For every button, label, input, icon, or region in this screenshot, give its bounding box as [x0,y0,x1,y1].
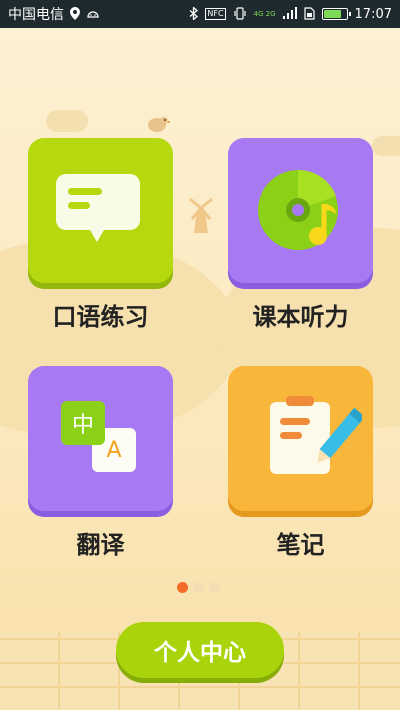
page-dot[interactable] [193,582,204,593]
cloud-decoration [46,110,88,132]
cloud-decoration [372,136,400,156]
translation-tile[interactable]: A 中 [28,366,173,517]
signal-icon [282,7,297,21]
windmill-icon [189,197,213,233]
clock: 17:07 [354,6,392,22]
textbook-listening-label: 课本听力 [252,303,349,331]
network-type: 4G 2G [253,9,276,18]
bird-icon [148,117,171,132]
notes-label: 笔记 [276,531,325,559]
page-dot[interactable] [209,582,220,593]
chat-bubble-icon [56,174,140,242]
chinese-character-card: 中 [61,401,105,445]
status-bar: 中国电信 NFC 4G 2G 17:07 [0,0,400,28]
page-dot[interactable] [177,582,188,593]
translation-label: 翻译 [76,531,125,559]
carrier-name: 中国电信 [8,7,64,23]
page-indicator [177,582,220,593]
android-icon [86,8,100,20]
location-icon [70,6,80,22]
music-disc-icon [258,169,338,250]
notes-tile[interactable] [228,366,373,517]
speaking-practice-tile[interactable] [28,138,173,289]
sim-icon [303,6,315,22]
speaking-practice-label: 口语练习 [52,303,149,331]
textbook-listening-tile[interactable] [228,138,373,289]
battery-icon [321,8,351,20]
notepad-pencil-icon [270,396,362,474]
vibrate-icon [233,6,247,22]
nfc-icon: NFC [205,8,226,20]
bluetooth-icon [189,5,199,22]
personal-center-button[interactable]: 个人中心 [116,622,284,678]
